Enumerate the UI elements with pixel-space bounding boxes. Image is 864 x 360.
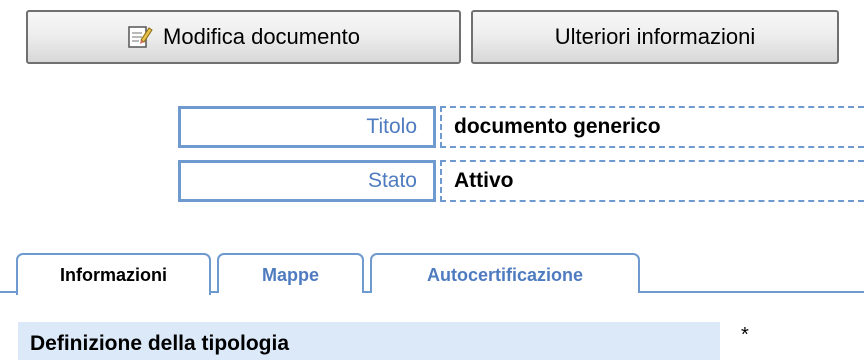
edit-document-label: Modifica documento bbox=[163, 24, 360, 49]
more-info-button[interactable]: Ulteriori informazioni bbox=[471, 10, 839, 64]
tab-informazioni[interactable]: Informazioni bbox=[16, 253, 211, 295]
edit-document-icon bbox=[127, 24, 153, 50]
tab-mappe[interactable]: Mappe bbox=[217, 253, 364, 293]
field-row-title: Titolo documento generico bbox=[178, 106, 864, 148]
field-value-status: Attivo bbox=[440, 160, 864, 202]
tab-autocertificazione[interactable]: Autocertificazione bbox=[370, 253, 640, 293]
field-label-status: Stato bbox=[178, 160, 436, 202]
field-label-title: Titolo bbox=[178, 106, 436, 148]
more-info-label: Ulteriori informazioni bbox=[554, 24, 756, 49]
edit-document-button[interactable]: Modifica documento bbox=[26, 10, 461, 64]
field-value-title: documento generico bbox=[440, 106, 864, 148]
required-mark: * bbox=[741, 324, 749, 346]
section-header-typology: Definizione della tipologia bbox=[18, 322, 720, 360]
field-row-status: Stato Attivo bbox=[178, 160, 864, 202]
